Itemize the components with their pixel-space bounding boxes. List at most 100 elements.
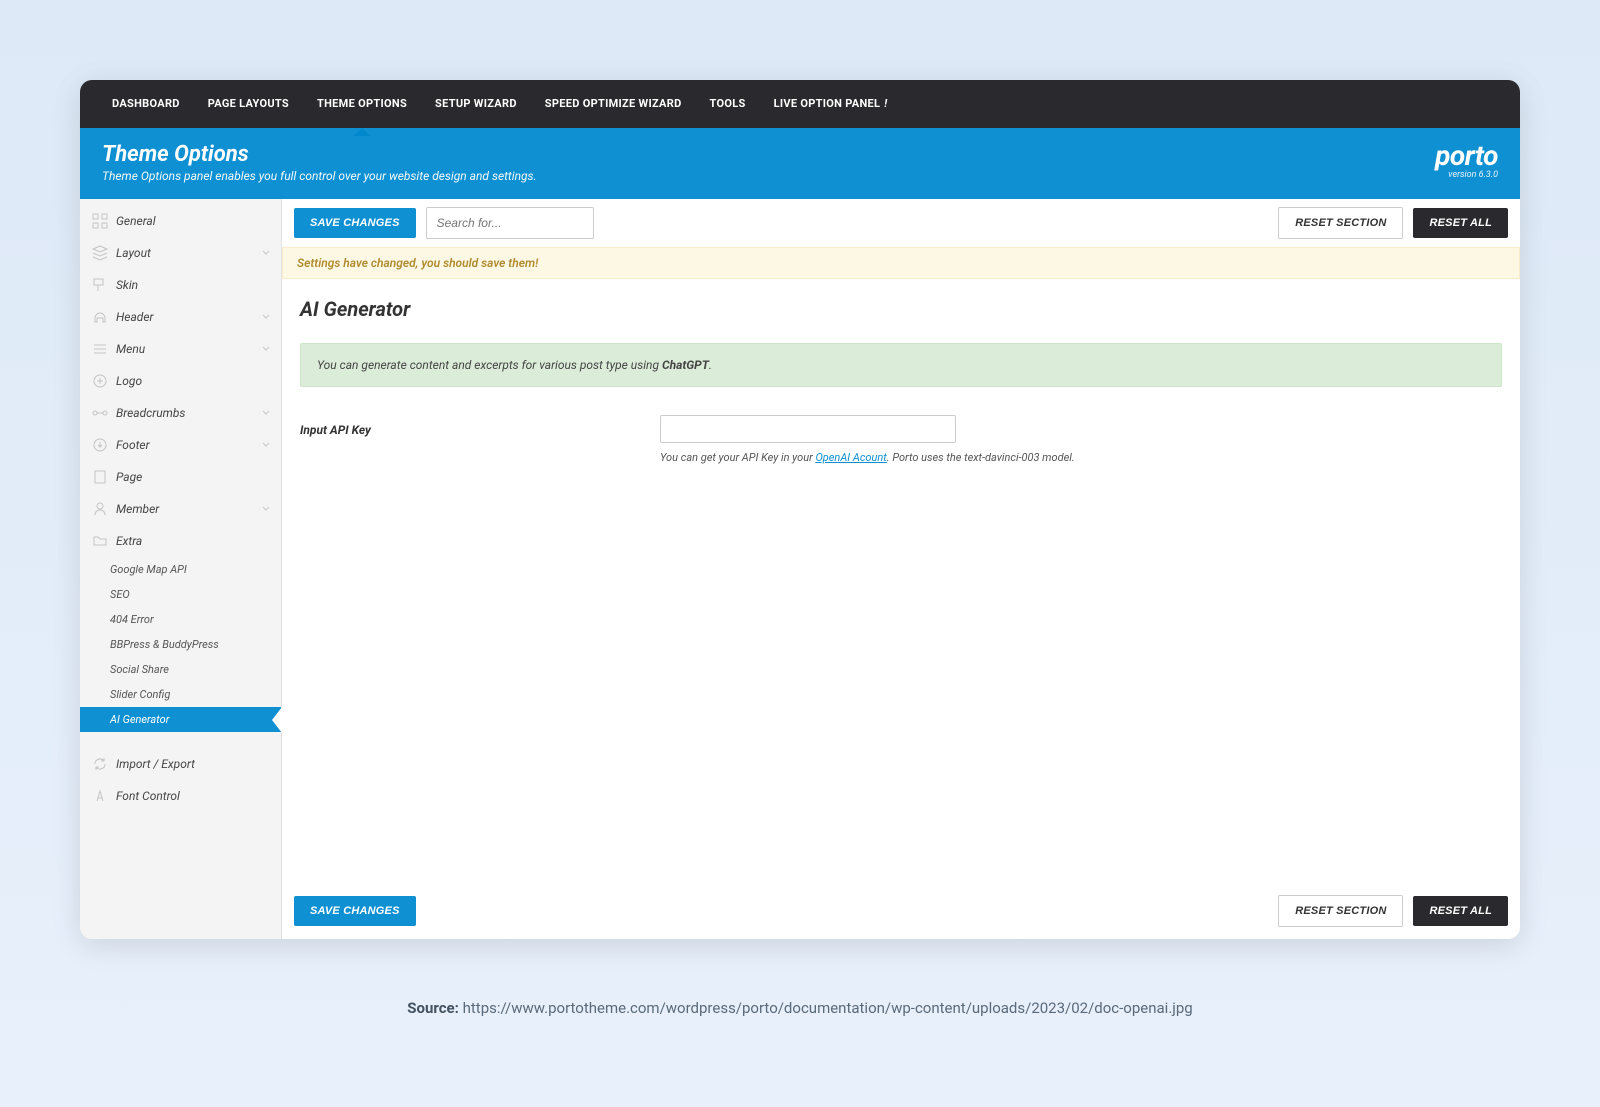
sidebar-sub-ai-generator[interactable]: AI Generator [80,707,281,732]
help-suffix: . Porto uses the text-davinci-003 model. [887,451,1075,464]
source-label: Source: [407,999,459,1017]
api-key-help: You can get your API Key in your OpenAI … [660,451,1502,464]
sidebar-item-footer[interactable]: Footer [80,429,281,461]
info-text-strong: ChatGPT [662,358,709,372]
user-icon [92,501,108,517]
sidebar-item-header[interactable]: Header [80,301,281,333]
sidebar-label: Extra [116,534,271,548]
sidebar-label: Header [116,310,261,324]
download-icon [92,437,108,453]
header-text: Theme Options Theme Options panel enable… [102,142,537,183]
nav-label: DASHBOARD [112,97,180,110]
sidebar-item-menu[interactable]: Menu [80,333,281,365]
api-key-field-row: Input API Key You can get your API Key i… [300,415,1502,464]
content-area: AI Generator You can generate content an… [282,279,1520,883]
api-key-label: Input API Key [300,415,660,437]
sidebar-label: Import / Export [116,757,271,771]
nav-label: SPEED OPTIMIZE WIZARD [545,97,682,110]
sidebar-sub-bbpress[interactable]: BBPress & BuddyPress [80,632,281,657]
help-prefix: You can get your API Key in your [660,451,815,464]
sidebar-item-member[interactable]: Member [80,493,281,525]
info-text-prefix: You can generate content and excerpts fo… [317,358,662,372]
folder-icon [92,533,108,549]
chevron-down-icon [261,344,271,354]
page-title: AI Generator [300,297,1502,321]
font-icon [92,788,108,804]
sidebar-item-font-control[interactable]: Font Control [80,780,281,812]
save-button[interactable]: SAVE CHANGES [294,208,416,238]
sidebar-item-skin[interactable]: Skin [80,269,281,301]
body: General Layout Skin Header Menu [80,199,1520,939]
sidebar-sub-slider[interactable]: Slider Config [80,682,281,707]
sidebar-sub-social[interactable]: Social Share [80,657,281,682]
info-banner: You can generate content and excerpts fo… [300,343,1502,387]
sidebar-item-breadcrumbs[interactable]: Breadcrumbs [80,397,281,429]
nav-setup-wizard[interactable]: SETUP WIZARD [421,80,531,128]
footer-toolbar: SAVE CHANGES RESET SECTION RESET ALL [282,883,1520,939]
header-bar: Theme Options Theme Options panel enable… [80,128,1520,199]
chevron-down-icon [261,504,271,514]
sidebar-item-general[interactable]: General [80,205,281,237]
refresh-icon [92,756,108,772]
nav-page-layouts[interactable]: PAGE LAYOUTS [194,80,303,128]
sidebar-label: General [116,214,271,228]
lines-icon [92,341,108,357]
api-key-input[interactable] [660,415,956,443]
header-title: Theme Options [102,142,537,167]
sidebar-label: Logo [116,374,271,388]
nav-tools[interactable]: TOOLS [696,80,760,128]
save-button-footer[interactable]: SAVE CHANGES [294,896,416,926]
sidebar-label: Member [116,502,261,516]
sidebar-item-page[interactable]: Page [80,461,281,493]
source-line: Source: https://www.portotheme.com/wordp… [407,999,1192,1017]
app-window: DASHBOARD PAGE LAYOUTS THEME OPTIONS SET… [80,80,1520,939]
openai-account-link[interactable]: OpenAI Acount [815,451,886,464]
sidebar-label: Menu [116,342,261,356]
reset-section-button[interactable]: RESET SECTION [1278,207,1403,239]
sidebar-label: Breadcrumbs [116,406,261,420]
layers-icon [92,245,108,261]
sidebar-label: Page [116,470,271,484]
nav-dashboard[interactable]: DASHBOARD [98,80,194,128]
sidebar: General Layout Skin Header Menu [80,199,282,939]
sidebar-sub-seo[interactable]: SEO [80,582,281,607]
chevron-down-icon [261,312,271,322]
sidebar-label: Font Control [116,789,271,803]
nav-label: THEME OPTIONS [317,97,407,110]
sidebar-label: Layout [116,246,261,260]
nav-live-option-panel[interactable]: LIVE OPTION PANEL! [760,80,902,128]
brand: porto version 6.3.0 [1435,142,1498,180]
sidebar-label: Skin [116,278,271,292]
top-toolbar: SAVE CHANGES RESET SECTION RESET ALL [282,199,1520,247]
sidebar-item-import-export[interactable]: Import / Export [80,748,281,780]
circle-plus-icon [92,373,108,389]
brand-logo: porto [1435,142,1498,170]
sidebar-item-extra[interactable]: Extra [80,525,281,557]
nav-label: TOOLS [710,97,746,110]
sidebar-sub-404[interactable]: 404 Error [80,607,281,632]
chevron-down-icon [261,408,271,418]
nav-speed-optimize[interactable]: SPEED OPTIMIZE WIZARD [531,80,696,128]
main-panel: SAVE CHANGES RESET SECTION RESET ALL Set… [282,199,1520,939]
info-text-suffix: . [709,358,712,372]
nav-label: LIVE OPTION PANEL [774,97,881,110]
reset-section-button-footer[interactable]: RESET SECTION [1278,895,1403,927]
search-input[interactable] [426,207,594,239]
sidebar-item-logo[interactable]: Logo [80,365,281,397]
sidebar-sub-google-map[interactable]: Google Map API [80,557,281,582]
grid-icon [92,213,108,229]
nav-suffix: ! [884,97,887,110]
sidebar-divider [80,732,281,748]
nav-theme-options[interactable]: THEME OPTIONS [303,80,421,128]
chevron-down-icon [261,248,271,258]
page-icon [92,469,108,485]
reset-all-button-footer[interactable]: RESET ALL [1413,896,1508,926]
nav-label: SETUP WIZARD [435,97,517,110]
breadcrumb-icon [92,405,108,421]
brand-version: version 6.3.0 [1435,170,1498,180]
source-url: https://www.portotheme.com/wordpress/por… [463,999,1193,1017]
top-navbar: DASHBOARD PAGE LAYOUTS THEME OPTIONS SET… [80,80,1520,128]
sidebar-item-layout[interactable]: Layout [80,237,281,269]
reset-all-button[interactable]: RESET ALL [1413,208,1508,238]
api-key-control: You can get your API Key in your OpenAI … [660,415,1502,464]
